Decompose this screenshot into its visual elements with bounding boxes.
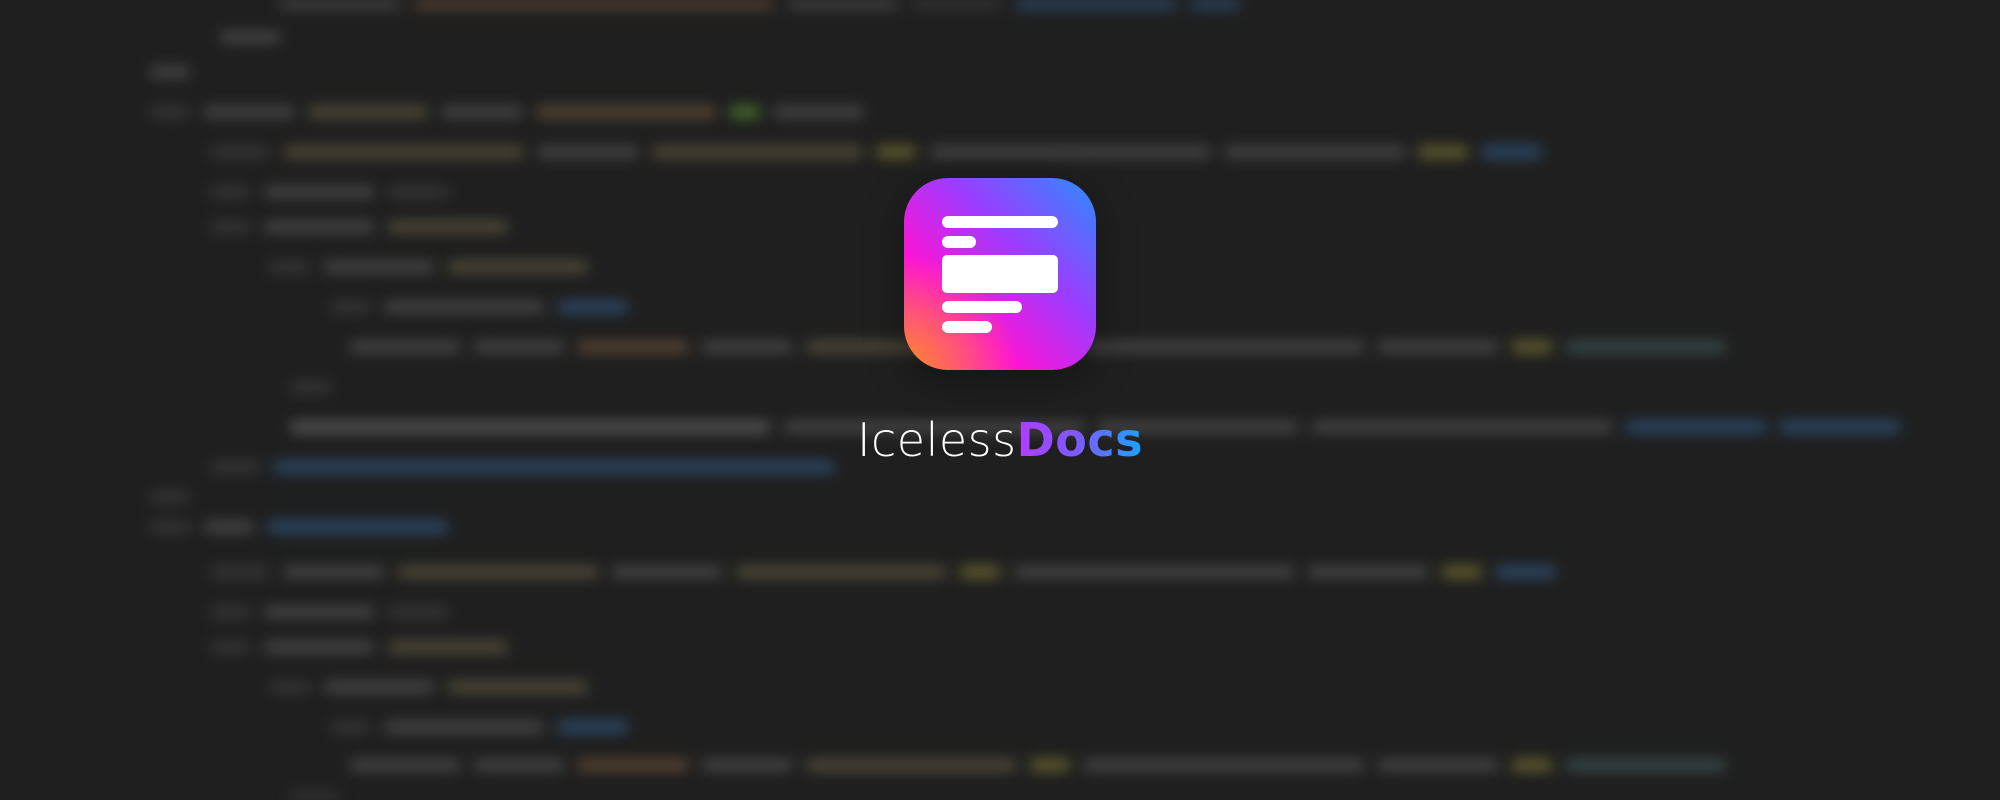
brand-name-primary: Iceless: [856, 413, 1017, 467]
brand-name-accent: Docs: [1016, 413, 1144, 467]
brand-name: IcelessDocs: [0, 412, 2000, 468]
logo-block: [942, 255, 1058, 293]
app-logo: [904, 178, 1096, 370]
logo-line: [942, 216, 1058, 228]
logo-line: [942, 321, 992, 333]
logo-line: [942, 301, 1022, 313]
document-icon: [904, 178, 1096, 370]
blurred-code-background: [0, 0, 2000, 800]
logo-line: [942, 236, 976, 248]
